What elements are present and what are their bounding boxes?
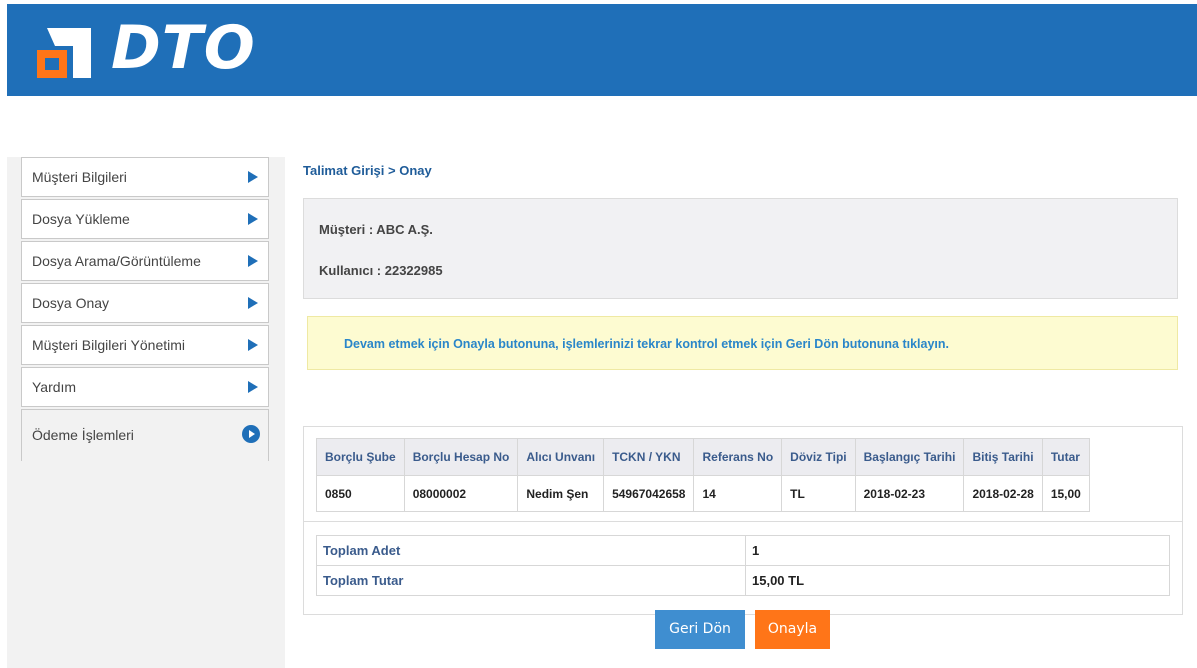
warning-text: Devam etmek için Onayla butonuna, işleml… [344, 337, 950, 351]
total-count-label: Toplam Adet [316, 535, 746, 566]
arrow-right-icon [248, 381, 258, 393]
info-panel: Müşteri : ABC A.Ş. Kullanıcı : 22322985 [303, 198, 1178, 299]
table-header-row: Borçlu Şube Borçlu Hesap No Alıcı Unvanı… [316, 438, 1090, 476]
table-cell: 15,00 [1041, 475, 1090, 512]
logo-mark-icon [37, 28, 91, 78]
total-count-value: 1 [745, 535, 1170, 566]
arrow-right-icon [248, 213, 258, 225]
table-cell: 14 [693, 475, 783, 512]
table-row: 0850 08000002 Nedim Şen 54967042658 14 T… [316, 475, 1090, 512]
arrow-right-icon [248, 297, 258, 309]
table-cell: 08000002 [403, 475, 519, 512]
table-cell: TL [781, 475, 856, 512]
sidebar-item-label: Dosya Arama/Görüntüleme [32, 253, 201, 269]
column-header: Alıcı Unvanı [517, 438, 605, 476]
arrow-right-icon [248, 339, 258, 351]
table-cell: 2018-02-28 [963, 475, 1043, 512]
summary-row: Toplam Adet 1 [316, 535, 1170, 566]
column-header: Bitiş Tarihi [963, 438, 1043, 476]
sidebar-item-odeme-islemleri[interactable]: Ödeme İşlemleri [21, 409, 269, 461]
arrow-right-icon [248, 255, 258, 267]
table-cell: 2018-02-23 [854, 475, 965, 512]
sidebar-item-label: Müşteri Bilgileri Yönetimi [32, 337, 186, 353]
table-cell: 54967042658 [603, 475, 695, 512]
sidebar-item-musteri-bilgileri[interactable]: Müşteri Bilgileri [21, 157, 269, 197]
header-bar: DTO [7, 4, 1197, 96]
sidebar-item-label: Yardım [32, 379, 77, 395]
table-cell: 0850 [316, 475, 405, 512]
breadcrumb: Talimat Girişi > Onay [303, 163, 432, 178]
back-button[interactable]: Geri Dön [655, 610, 745, 649]
user-info: Kullanıcı : 22322985 [319, 263, 443, 278]
sidebar-item-dosya-arama[interactable]: Dosya Arama/Görüntüleme [21, 241, 269, 281]
sidebar-item-label: Dosya Yükleme [32, 211, 130, 227]
sidebar-item-dosya-onay[interactable]: Dosya Onay [21, 283, 269, 323]
customer-info: Müşteri : ABC A.Ş. [319, 222, 433, 237]
sidebar-menu: Müşteri Bilgileri Dosya Yükleme Dosya Ar… [21, 157, 269, 463]
sidebar-item-yardim[interactable]: Yardım [21, 367, 269, 407]
column-header: Tutar [1041, 438, 1090, 476]
summary-row: Toplam Tutar 15,00 TL [316, 565, 1170, 596]
sidebar-item-label: Müşteri Bilgileri [32, 169, 127, 185]
logo-text: DTO [111, 13, 256, 83]
divider [304, 521, 1182, 522]
column-header: Borçlu Hesap No [403, 438, 519, 476]
total-amount-value: 15,00 TL [745, 565, 1170, 596]
column-header: Borçlu Şube [316, 438, 405, 476]
dto-logo[interactable]: DTO [31, 14, 291, 84]
sidebar-item-musteri-yonetimi[interactable]: Müşteri Bilgileri Yönetimi [21, 325, 269, 365]
column-header: Döviz Tipi [781, 438, 856, 476]
sidebar-item-dosya-yukleme[interactable]: Dosya Yükleme [21, 199, 269, 239]
column-header: Başlangıç Tarihi [854, 438, 965, 476]
play-circle-icon [242, 425, 260, 443]
transaction-table: Borçlu Şube Borçlu Hesap No Alıcı Unvanı… [316, 438, 1090, 512]
column-header: Referans No [693, 438, 783, 476]
transaction-panel: Borçlu Şube Borçlu Hesap No Alıcı Unvanı… [303, 426, 1183, 615]
sidebar-item-label: Ödeme İşlemleri [32, 427, 134, 443]
warning-message: Devam etmek için Onayla butonuna, işleml… [307, 316, 1178, 370]
column-header: TCKN / YKN [603, 438, 695, 476]
summary-table: Toplam Adet 1 Toplam Tutar 15,00 TL [316, 535, 1170, 596]
arrow-right-icon [248, 171, 258, 183]
total-amount-label: Toplam Tutar [316, 565, 746, 596]
confirm-button[interactable]: Onayla [755, 610, 830, 649]
sidebar-item-label: Dosya Onay [32, 295, 110, 311]
table-cell: Nedim Şen [517, 475, 605, 512]
